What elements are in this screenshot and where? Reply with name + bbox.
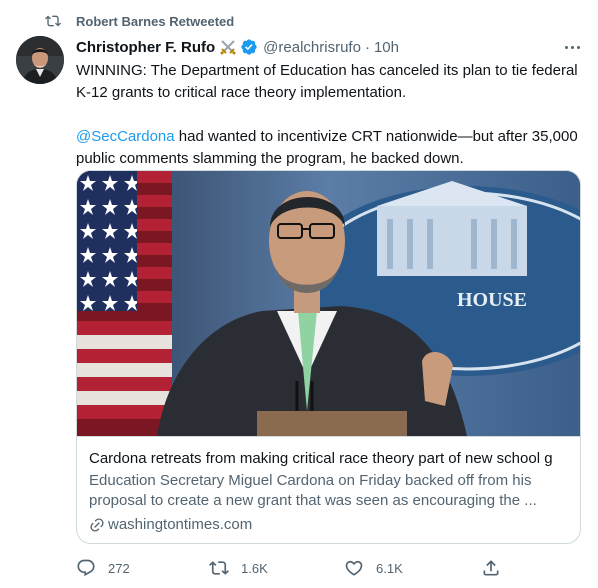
podium-sign-text: HOUSE [457,289,527,311]
tweet-paragraph-2: @SecCardona had wanted to incentivize CR… [76,126,581,170]
mention-link[interactable]: @SecCardona [76,128,175,145]
reply-button[interactable]: 272 [76,556,130,580]
share-icon [481,558,501,578]
card-domain-text: washingtontimes.com [108,516,253,533]
author-name[interactable]: Christopher F. Rufo [76,39,215,56]
like-button[interactable]: 6.1K [344,556,403,580]
reply-icon [76,558,96,578]
retweet-count: 1.6K [241,560,268,576]
crossed-swords-icon [219,38,237,56]
retweet-button[interactable]: 1.6K [209,556,268,580]
tweet-text: WINNING: The Department of Education has… [76,60,581,170]
card-title: Cardona retreats from making critical ra… [89,450,553,467]
tweet-paragraph-1: WINNING: The Department of Education has… [76,62,578,101]
share-button[interactable] [481,556,501,580]
card-body: Cardona retreats from making critical ra… [77,436,580,543]
separator-dot: · [364,38,370,56]
retweet-icon [44,13,62,29]
link-icon [89,517,105,533]
retweet-context: Robert Barnes Retweeted [44,10,234,32]
retweeted-by-link[interactable]: Robert Barnes Retweeted [76,14,234,29]
more-options-icon[interactable] [558,38,586,56]
card-description: Education Secretary Miguel Cardona on Fr… [89,472,537,509]
retweet-icon [209,558,229,578]
tweet-actions: 272 1.6K 6.1K [76,556,581,580]
heart-icon [344,558,364,578]
tweet-header: Christopher F. Rufo @realchrisrufo · 10h [76,37,399,57]
like-count: 6.1K [376,560,403,576]
avatar[interactable] [16,36,64,84]
card-domain: washingtontimes.com [89,515,570,535]
reply-count: 272 [108,560,130,576]
timestamp[interactable]: 10h [374,39,399,56]
verified-badge-icon [240,38,258,56]
author-handle[interactable]: @realchrisrufo [263,39,361,56]
card-image: HOUSE [77,171,580,436]
link-card[interactable]: HOUSE Cardona retreats from making criti… [76,170,581,544]
